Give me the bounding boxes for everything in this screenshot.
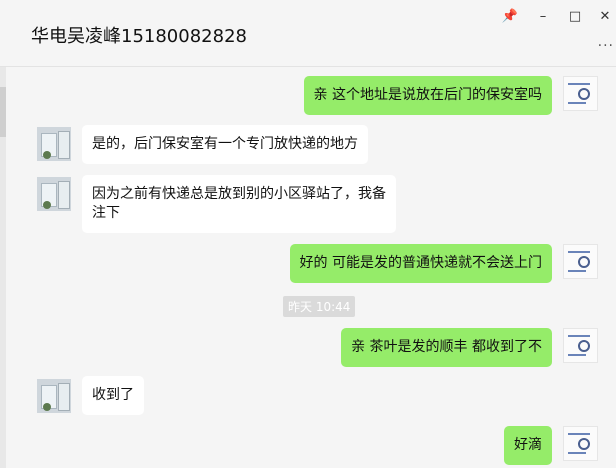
avatar-dot — [578, 438, 590, 450]
my-avatar[interactable] — [563, 426, 598, 461]
avatar-line — [568, 354, 586, 356]
scrollbar-thumb[interactable] — [0, 87, 6, 137]
timestamp-label: 昨天 10:44 — [283, 296, 356, 317]
title-bar: 华电吴凌峰15180082828 📌 – □ ✕ ··· — [0, 0, 616, 67]
pin-icon[interactable]: 📌 — [497, 6, 523, 26]
avatar-line — [568, 251, 590, 253]
avatar-door — [58, 131, 70, 159]
avatar-line — [568, 335, 590, 337]
message-bubble-sent[interactable]: 好滴 — [504, 426, 552, 465]
message-bubble-sent[interactable]: 亲 茶叶是发的顺丰 都收到了不 — [341, 328, 552, 367]
message-bubble-sent[interactable]: 好的 可能是发的普通快递就不会送上门 — [289, 244, 552, 283]
contact-avatar[interactable] — [37, 127, 71, 161]
avatar-door — [58, 383, 70, 411]
contact-avatar[interactable] — [37, 177, 71, 211]
avatar-line — [568, 102, 586, 104]
message-bubble-sent[interactable]: 亲 这个地址是说放在后门的保安室吗 — [303, 76, 552, 115]
my-avatar[interactable] — [563, 328, 598, 363]
message-bubble-received[interactable]: 是的，后门保安室有一个专门放快递的地方 — [82, 125, 368, 164]
minimize-button[interactable]: – — [530, 6, 556, 26]
scrollbar[interactable] — [0, 67, 6, 468]
avatar-dot — [578, 88, 590, 100]
contact-avatar[interactable] — [37, 379, 71, 413]
my-avatar[interactable] — [563, 76, 598, 111]
avatar-plant — [43, 403, 51, 411]
avatar-door — [58, 181, 70, 209]
my-avatar[interactable] — [563, 244, 598, 279]
close-button[interactable]: ✕ — [592, 6, 616, 26]
avatar-line — [568, 452, 586, 454]
message-bubble-received[interactable]: 收到了 — [82, 376, 144, 415]
maximize-button[interactable]: □ — [562, 6, 588, 26]
avatar-dot — [578, 256, 590, 268]
avatar-line — [568, 433, 590, 435]
avatar-dot — [578, 340, 590, 352]
avatar-line — [568, 83, 590, 85]
chat-title: 华电吴凌峰15180082828 — [31, 26, 247, 47]
more-options-icon[interactable]: ··· — [598, 38, 614, 54]
avatar-line — [568, 270, 586, 272]
message-bubble-received[interactable]: 因为之前有快递总是放到别的小区驿站了，我备注下 — [82, 175, 396, 233]
avatar-plant — [43, 201, 51, 209]
avatar-plant — [43, 151, 51, 159]
